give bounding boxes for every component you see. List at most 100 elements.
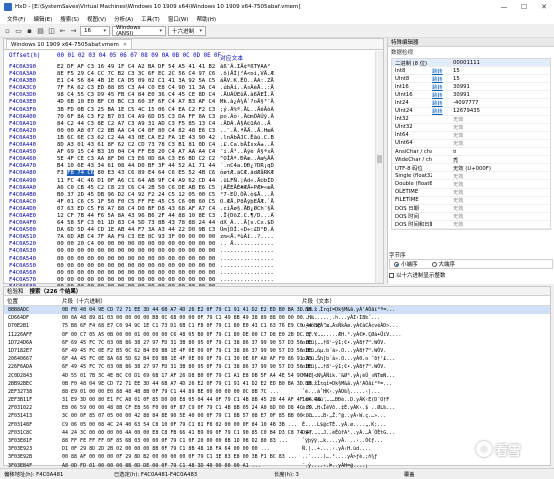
inspector-value[interactable]: 12679435 <box>453 108 550 114</box>
hex-row[interactable]: F4C0A440 8D A3 01 43 61 8F 62 C2 CD 73 78… <box>4 142 374 149</box>
row-bytes[interactable]: 00 00 20 C4 00 00 00 00 00 00 00 00 00 0… <box>57 241 215 248</box>
hex-row[interactable]: F4C0A430 1B 6C 6E C3 62 C2 4A 43 0E CA E2… <box>4 135 374 142</box>
hex-row[interactable]: F4C0A3F0 3B FD 0B C3 25 BA 1E C5 4C 15 06… <box>4 107 374 114</box>
row-bytes[interactable]: 12 CF 7B 44 F6 5A 8A 43 96 B6 2F 44 88 1… <box>57 213 215 220</box>
inspector-value[interactable]: 无效 <box>453 172 550 180</box>
row-text[interactable]: ................ <box>220 256 274 263</box>
goto-link[interactable]: 跳转 <box>432 75 453 83</box>
row-bytes[interactable]: 00 00 A8 07 C2 8B AA C4 C4 8F 80 C4 82 4… <box>57 128 215 135</box>
disk-icon[interactable]: ◫ <box>47 26 56 35</box>
inspector-row[interactable]: DOS 时间和日期 无效 <box>392 221 550 229</box>
row-text[interactable]: O.ÆÅ.PðÅÿþEÅÆ.`Å <box>220 199 274 206</box>
row-text[interactable]: ................ <box>220 248 274 255</box>
menu-analysis[interactable]: 分析(A) <box>110 15 137 23</box>
hex-row[interactable]: F4C0A3B0 E1 C4 56 84 4B 1E CA D5 09 02 C1… <box>4 78 374 85</box>
row-text[interactable]: ................ <box>220 270 274 277</box>
result-row[interactable]: 226F6ADA 6F 49 45 FC 7C 03 0B 86 38 27 97… <box>4 363 550 371</box>
inspector-row[interactable]: UInt8 跳转 15 <box>392 75 550 84</box>
result-row[interactable]: 8BB8ADC 0B F0 48 04 9E CD 72 71 EE 3D 44 … <box>4 306 550 315</box>
scrollbar-thumb[interactable] <box>377 155 382 163</box>
row-bytes[interactable]: 7F FA 62 C3 ED 88 85 C3 A4 C0 E8 C4 90 1… <box>57 85 215 92</box>
menu-tools[interactable]: 工具(T) <box>137 15 164 23</box>
row-text[interactable]: ................ <box>220 263 274 270</box>
hex-row[interactable]: F4C0A550 00 00 00 00 00 00 00 00 00 00 00… <box>4 263 374 270</box>
row-bytes[interactable]: 00 00 00 00 00 00 00 00 00 00 00 00 00 0… <box>57 248 215 255</box>
menu-search[interactable]: 搜索(S) <box>56 15 83 23</box>
row-text[interactable]: óøtÆ.ãCÆ.ädÆåRKÆ <box>220 170 274 177</box>
row-bytes[interactable]: 5E 4F CE C3 AA 8F D0 C3 E6 0D 8A C3 E6 B… <box>57 156 215 163</box>
hex-rows[interactable]: F4C0A390 E2 DF AF C3 16 49 1F C4 A2 BA DF… <box>4 64 374 291</box>
row-bytes[interactable]: E1 C4 56 84 4B 1E CA D5 09 02 C1 41 3A 9… <box>57 78 215 85</box>
row-bytes[interactable]: A6 C0 CB 45 C2 C8 23 C6 C4 2B 50 C6 DE A… <box>57 185 215 192</box>
row-text[interactable]: ^OÎÃª.ÐÃæ..Ãæ½ÂÂ <box>220 156 274 163</box>
hex-row[interactable]: F4C0A390 E2 DF AF C3 16 49 1F C4 A2 BA DF… <box>4 64 374 71</box>
result-row[interactable]: 2F031C8C 44 24 3C 00 00 00 00 4A 00 00 E8… <box>4 429 550 437</box>
inspector-row[interactable]: UInt16 跳转 30991 <box>392 91 550 100</box>
row-text[interactable]: .üLFÑ.¦Ád«.Ä©bÍD <box>220 178 274 185</box>
result-row[interactable]: 3F03E92B 00 88 AF 00 00 00 0F 29 8D B2 00… <box>4 453 550 461</box>
menu-file[interactable]: 文件(F) <box>3 15 29 23</box>
ram-icon[interactable]: ▤ <box>36 26 45 35</box>
inspector-value[interactable]: 无效 <box>453 139 550 147</box>
inspector-value[interactable]: 无效 <box>453 204 550 212</box>
result-row[interactable]: CD664DF 00 0A 48 89 81 03 00 00 00 00 B8 … <box>4 314 550 322</box>
result-row[interactable]: 1D7182E7 6F 49 45 FC 0E F2 B5 0C 62 B4 E0… <box>4 347 550 355</box>
hex-row[interactable]: F4C0A4B0 B0 37 2D 45 DB 96 D2 C4 92 F2 24… <box>4 192 374 199</box>
row-bytes[interactable]: 11 FC 4C 46 D1 0F A6 C1 64 AB 9F C4 A9 6… <box>57 178 215 185</box>
inspector-value[interactable]: 00001111 <box>453 60 550 66</box>
row-text[interactable]: ;ý.Ã%º.ÅL..ÄêÂòÃ <box>220 107 274 114</box>
hex-row[interactable]: F4C0A510 7A 6D AB C4 7F AA F9 C3 EE 8C 93… <box>4 234 374 241</box>
goto-link[interactable]: 跳转 <box>432 99 453 107</box>
inspector-row[interactable]: 二进制 (8 位) 00001111 <box>392 59 550 68</box>
inspector-value[interactable]: 无效 <box>453 220 550 228</box>
row-bytes[interactable]: DA 6D 5D 44 CD 1E AB 44 F7 3A A3 44 22 D… <box>57 227 215 234</box>
result-row[interactable]: 3F03E923 D1 0F 29 8D 2D 2B 02 00 00 00 8B… <box>4 445 550 453</box>
row-text[interactable]: .Ï{DöZ.C.¶/D...Ã <box>220 213 274 220</box>
row-bytes[interactable]: 00 00 00 00 00 00 00 00 00 00 00 00 00 0… <box>57 263 215 270</box>
row-bytes[interactable]: B0 37 2D 45 DB 96 D2 C4 92 F2 24 C5 12 0… <box>57 192 215 199</box>
row-bytes[interactable]: 8D A3 01 43 61 8F 62 C2 CD 73 78 C3 B1 8… <box>57 142 215 149</box>
hex-row[interactable]: F4C0A4D0 07 63 ED C5 F8 A7 88 C4 D0 BF D8… <box>4 206 374 213</box>
result-row[interactable]: 2F03148F C9 06 05 00 08 4C 24 40 63 54 C8… <box>4 421 550 429</box>
row-bytes[interactable]: 64 58 5F C3 01 1D 83 C4 5D 73 8B 43 78 8… <box>57 220 215 227</box>
hex-row[interactable]: F4C0A420 00 00 A8 07 C2 8B AA C4 C4 8F 80… <box>4 128 374 135</box>
menu-view[interactable]: 视图(V) <box>83 15 110 23</box>
result-row[interactable]: 11226AFF 0F 00 C7 05 A5 0B 00 00 01 00 00… <box>4 331 550 339</box>
hex-row[interactable]: F4C0A470 B4 10 6E 43 34 61 08 44 D0 BF 3F… <box>4 163 374 170</box>
minimize-button[interactable]: — <box>494 0 514 13</box>
inspector-value[interactable]: 无效 <box>453 188 550 196</box>
row-text[interactable]: ¦ÀËEÂÈ#ÆÄ+PÆÞ«æÅ <box>220 185 274 192</box>
row-bytes[interactable]: 00 00 00 00 00 00 00 00 00 00 00 00 00 0… <box>57 256 215 263</box>
row-bytes[interactable]: 4D 6B 10 E0 BF C0 BC C3 60 3F 6F C4 A7 B… <box>57 99 215 106</box>
col-position[interactable]: 位置 <box>4 297 59 305</box>
hex-row[interactable]: F4C0A540 00 00 00 00 00 00 00 00 00 00 00… <box>4 256 374 263</box>
row-bytes[interactable]: 8E F5 29 C4 CC 7C B2 C3 3C 6F EC 2C 56 C… <box>57 71 215 78</box>
row-text[interactable]: °7-EÛ.ÒÄ.ò$Å...Å <box>220 192 274 199</box>
goto-link[interactable]: 跳转 <box>432 67 453 75</box>
row-bytes[interactable]: B4 10 6E 43 34 61 08 44 D0 BF 3F 44 52 A… <box>57 163 215 170</box>
result-row[interactable]: D70E2B1 75 B8 6F F4 68 E7 C0 94 9C 1E C1 … <box>4 322 550 330</box>
hex-row[interactable]: F4C0A4F0 64 58 5F C3 01 1D 83 C4 5D 73 8B… <box>4 220 374 227</box>
hex-row[interactable]: F4C0A3E0 4D 6B 10 E0 BF C0 BC C3 60 3F 6F… <box>4 99 374 106</box>
result-row[interactable]: 1D724D6A 6F 69 45 FC 7C 03 0B 86 38 27 97… <box>4 339 550 347</box>
menu-help[interactable]: 帮助(H) <box>193 15 220 23</box>
save-icon[interactable]: ▪ <box>25 26 34 35</box>
col-text-fragment[interactable]: 片段（文本） <box>299 297 335 305</box>
inspector-value[interactable]: 无效 (U+000F) <box>453 164 550 172</box>
hex-row[interactable]: F4C0A3D0 98 C4 55 C3 D9 45 FB C4 84 E0 36… <box>4 92 374 99</box>
row-text[interactable]: .cíÅø§.ÄÐ¿ØCh¯§Ä <box>220 206 274 213</box>
hex-row[interactable]: F4C0A410 84 C2 44 C3 8E C2 A7 C3 A9 31 AD… <box>4 121 374 128</box>
hex-row[interactable]: F4C0A400 70 6F 8A C3 F2 B7 03 C4 A9 6D D5… <box>4 114 374 121</box>
inspector-row[interactable]: UInt64 无效 <box>392 139 550 149</box>
result-row[interactable]: 2C0D2843 4D 55 01 7B 3C 4E BC C0 D1 69 6B… <box>4 372 550 380</box>
tab-checksum[interactable]: 检验和 <box>7 287 24 295</box>
hex-row[interactable]: F4C0A520 00 00 20 C4 00 00 00 00 00 00 00… <box>4 241 374 248</box>
close-tab-icon[interactable]: ✕ <box>123 42 127 48</box>
inspector-value[interactable]: 无效 <box>453 212 550 220</box>
menu-edit[interactable]: 编辑(E) <box>29 15 56 23</box>
result-row[interactable]: 2F031022 E8 06 59 00 00 48 8B CF E8 56 F0… <box>4 404 550 412</box>
inspector-value[interactable]: 无效 <box>453 123 550 131</box>
inspector-row[interactable]: Int8 跳转 15 <box>392 67 550 76</box>
hex-row[interactable]: F4C0A4E0 12 CF 7B 44 F6 5A 8A 43 96 B6 2F… <box>4 213 374 220</box>
menu-window[interactable]: 窗口(W) <box>164 15 193 23</box>
